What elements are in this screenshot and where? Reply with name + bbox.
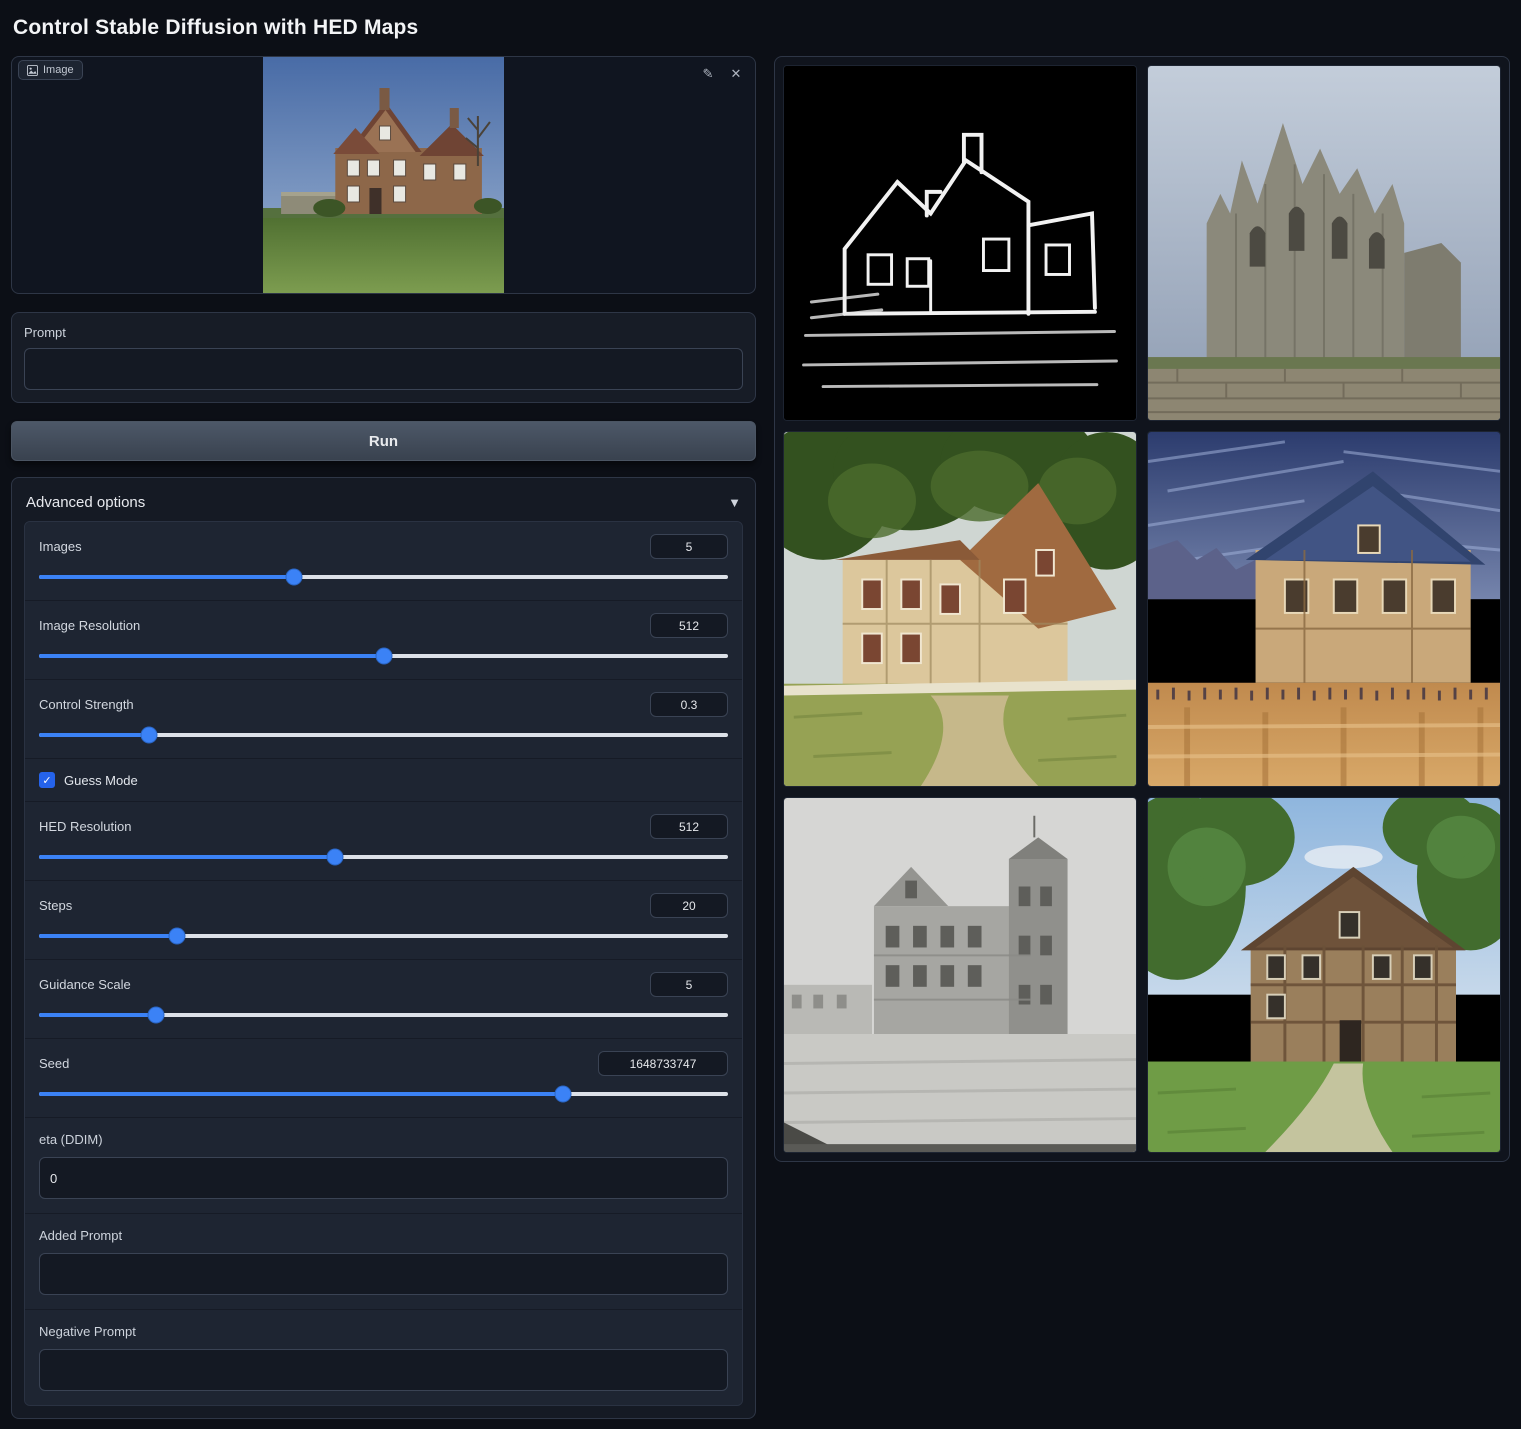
seed-label: Seed: [39, 1056, 69, 1071]
images-label: Images: [39, 539, 82, 554]
guidance-scale-row: Guidance Scale: [25, 960, 742, 1039]
added-prompt-input[interactable]: [39, 1253, 728, 1295]
advanced-options-title: Advanced options: [26, 494, 145, 511]
slider-thumb[interactable]: [169, 929, 184, 944]
gallery-item-country-house-painting[interactable]: [783, 431, 1137, 787]
images-slider[interactable]: [39, 568, 728, 586]
negative-prompt-input[interactable]: [39, 1349, 728, 1391]
hed-resolution-value-input[interactable]: [650, 814, 728, 839]
prompt-label: Prompt: [24, 325, 743, 340]
seed-slider[interactable]: [39, 1085, 728, 1103]
uploaded-house-photo: [263, 56, 504, 294]
country-house-painting-image: [784, 432, 1136, 786]
pencil-icon: ✎: [703, 66, 714, 81]
image-resolution-label: Image Resolution: [39, 618, 140, 633]
prompt-input[interactable]: [24, 348, 743, 390]
hed-resolution-slider[interactable]: [39, 848, 728, 866]
steps-slider[interactable]: [39, 927, 728, 945]
output-column: [774, 56, 1510, 1162]
hed-edge-map-image: [784, 66, 1136, 420]
check-icon: ✓: [42, 774, 51, 787]
seed-row: Seed: [25, 1039, 742, 1118]
slider-thumb[interactable]: [555, 1087, 570, 1102]
guidance-scale-value-input[interactable]: [650, 972, 728, 997]
slider-track[interactable]: [39, 934, 728, 938]
clear-image-button[interactable]: ✕: [725, 63, 747, 85]
guess-mode-row: ✓ Guess Mode: [25, 759, 742, 802]
slider-thumb[interactable]: [328, 850, 343, 865]
slider-thumb[interactable]: [142, 728, 157, 743]
gallery-item-stone-cathedral[interactable]: [1147, 65, 1501, 421]
image-resolution-value-input[interactable]: [650, 613, 728, 638]
run-button[interactable]: Run: [11, 421, 756, 461]
image-icon: [27, 65, 38, 76]
guess-mode-checkbox[interactable]: ✓: [39, 772, 55, 788]
image-resolution-slider[interactable]: [39, 647, 728, 665]
eta-input[interactable]: [39, 1157, 728, 1199]
eta-label: eta (DDIM): [39, 1132, 728, 1147]
slider-thumb[interactable]: [286, 570, 301, 585]
guess-mode-label: Guess Mode: [64, 773, 138, 788]
stone-cathedral-image: [1148, 66, 1500, 420]
steps-label: Steps: [39, 898, 72, 913]
seed-value-input[interactable]: [598, 1051, 728, 1076]
control-strength-value-input[interactable]: [650, 692, 728, 717]
eta-row: eta (DDIM): [25, 1118, 742, 1214]
negative-prompt-row: Negative Prompt: [25, 1310, 742, 1405]
control-strength-label: Control Strength: [39, 697, 134, 712]
guidance-scale-label: Guidance Scale: [39, 977, 131, 992]
slider-track[interactable]: [39, 575, 728, 579]
image-resolution-row: Image Resolution: [25, 601, 742, 680]
guidance-scale-slider[interactable]: [39, 1006, 728, 1024]
app-page: Control Stable Diffusion with HED Maps I…: [0, 0, 1521, 1429]
edit-image-button[interactable]: ✎: [697, 63, 719, 85]
control-strength-row: Control Strength: [25, 680, 742, 759]
chevron-down-icon[interactable]: ▼: [728, 495, 741, 510]
prompt-block: Prompt: [11, 312, 756, 403]
page-title: Control Stable Diffusion with HED Maps: [13, 16, 1510, 40]
steps-row: Steps: [25, 881, 742, 960]
image-upload-area[interactable]: Image ✎ ✕: [11, 56, 756, 294]
slider-track[interactable]: [39, 855, 728, 859]
image-chip-label: Image: [43, 64, 74, 76]
advanced-options-header[interactable]: Advanced options ▼: [24, 490, 743, 521]
output-gallery: [774, 56, 1510, 1162]
advanced-options-group: Images Image Resolution: [24, 521, 743, 1406]
image-chip: Image: [18, 60, 83, 80]
controls-column: Image ✎ ✕: [11, 56, 756, 1419]
bw-historic-building-image: [784, 798, 1136, 1152]
gallery-item-bw-historic-building[interactable]: [783, 797, 1137, 1153]
timber-house-image: [1148, 798, 1500, 1152]
advanced-options-panel: Advanced options ▼ Images: [11, 477, 756, 1419]
slider-track[interactable]: [39, 1092, 728, 1096]
added-prompt-label: Added Prompt: [39, 1228, 728, 1243]
negative-prompt-label: Negative Prompt: [39, 1324, 728, 1339]
hed-resolution-row: HED Resolution: [25, 802, 742, 881]
images-row: Images: [25, 522, 742, 601]
gallery-item-stylized-building-painting[interactable]: [1147, 431, 1501, 787]
hed-resolution-label: HED Resolution: [39, 819, 132, 834]
gallery-item-timber-house[interactable]: [1147, 797, 1501, 1153]
slider-track[interactable]: [39, 1013, 728, 1017]
stylized-building-painting-image: [1148, 432, 1500, 786]
slider-thumb[interactable]: [376, 649, 391, 664]
slider-thumb[interactable]: [149, 1008, 164, 1023]
gallery-item-hed-edge-map[interactable]: [783, 65, 1137, 421]
close-icon: ✕: [731, 66, 742, 81]
control-strength-slider[interactable]: [39, 726, 728, 744]
images-value-input[interactable]: [650, 534, 728, 559]
steps-value-input[interactable]: [650, 893, 728, 918]
added-prompt-row: Added Prompt: [25, 1214, 742, 1310]
